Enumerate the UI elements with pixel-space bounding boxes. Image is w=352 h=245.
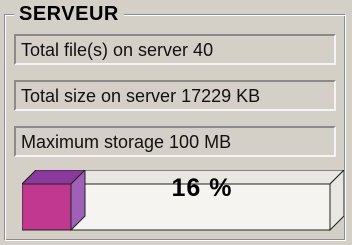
- total-files-text: Total file(s) on server 40: [21, 40, 214, 60]
- progress-fill-front: [22, 183, 72, 231]
- group-title: SERVEUR: [14, 3, 124, 25]
- max-storage-field: Maximum storage 100 MB: [14, 126, 336, 157]
- total-size-text: Total size on server 17229 KB: [21, 86, 261, 106]
- progress-percent-label: 16 %: [171, 174, 233, 202]
- max-storage-text: Maximum storage 100 MB: [21, 132, 232, 152]
- total-size-field: Total size on server 17229 KB: [14, 80, 336, 111]
- storage-progress-bar: 16 %: [22, 170, 344, 232]
- total-files-field: Total file(s) on server 40: [14, 34, 336, 65]
